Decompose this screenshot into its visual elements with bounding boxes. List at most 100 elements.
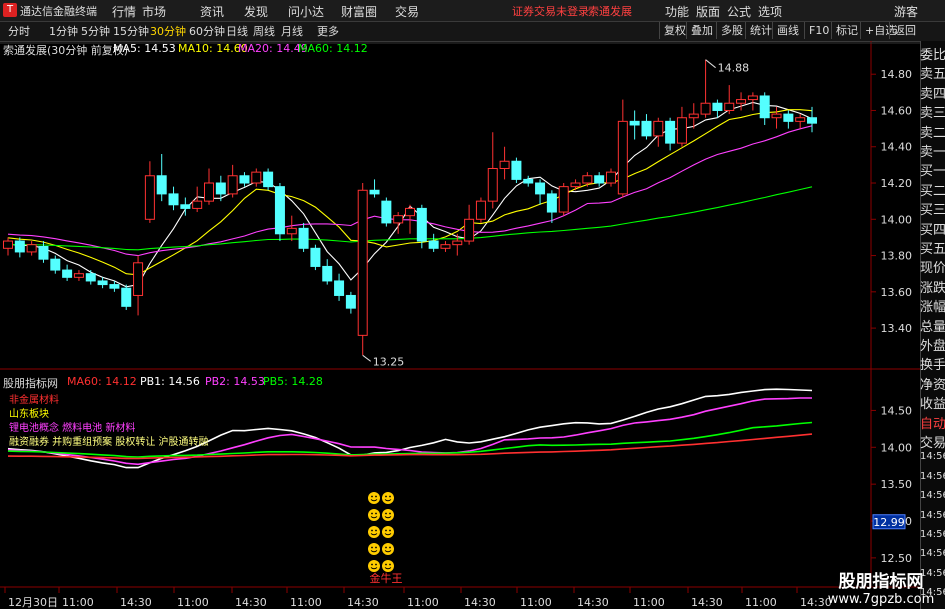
smiley-eye: [389, 546, 391, 549]
time-label-13: 11:00: [745, 596, 777, 609]
tab-7[interactable]: 周线: [253, 23, 275, 39]
candle-body-3: [38, 245, 49, 260]
chart-area[interactable]: 14.80 14.60 14.40 14.20 14.00 13.80 13.60 13.40…: [0, 41, 945, 609]
ma-line-2: [7, 125, 813, 257]
menu-3[interactable]: 发现: [244, 3, 268, 20]
ind-tick-label-2: 13.50: [881, 478, 913, 491]
time-label-9: 11:00: [520, 596, 552, 609]
menu-2[interactable]: 资讯: [200, 3, 224, 20]
smiley-eye: [389, 512, 391, 515]
smiley-icon: [382, 543, 394, 555]
side-label-9: 买四: [920, 222, 945, 238]
smiley-eye: [385, 546, 387, 549]
tab-8[interactable]: 月线: [281, 23, 303, 39]
candle-body-6: [73, 273, 84, 278]
candle-body-35: [416, 207, 427, 242]
chart-title: 索通发展(30分钟 前复权): [3, 44, 129, 57]
candle-body-57: [676, 117, 687, 144]
time-label-0: 12月30日: [8, 596, 58, 609]
right-menu-1[interactable]: 版面: [696, 3, 720, 20]
side-label-12: 涨跌: [920, 280, 945, 296]
side-label-2: 卖四: [920, 86, 945, 102]
toolbar-btn-2[interactable]: 多股: [716, 22, 747, 39]
smiley-face: [368, 543, 380, 555]
status-link-1[interactable]: 索通发展: [588, 3, 632, 19]
candle-body-29: [345, 294, 356, 309]
indicator-label-2: PB2: 14.53: [205, 375, 265, 388]
candle-body-13: [156, 175, 167, 195]
y-tick-label-4: 14.00: [881, 213, 913, 226]
tab-6[interactable]: 日线: [226, 23, 248, 39]
side-label-21: 14:56: [920, 451, 945, 463]
candle-body-36: [428, 240, 439, 249]
menu-5[interactable]: 财富圈: [341, 3, 377, 20]
smiley-eye: [375, 546, 377, 549]
toolbar-btn-1[interactable]: 叠加: [686, 22, 717, 39]
tab-3[interactable]: 15分钟: [113, 23, 149, 39]
smiley-eye: [385, 563, 387, 566]
smiley-eye: [371, 495, 373, 498]
candle-body-62: [736, 99, 747, 104]
toolbar-btn-4[interactable]: 画线: [772, 22, 803, 39]
right-menu-3[interactable]: 选项: [758, 3, 782, 20]
toolbar-btn-8[interactable]: 返回: [889, 22, 920, 39]
candle-body-20: [239, 175, 250, 184]
side-label-17: 净资: [920, 377, 945, 393]
y-tick-label-0: 14.80: [881, 68, 913, 81]
menu-1[interactable]: 市场: [142, 3, 166, 20]
candle-body-45: [535, 182, 546, 195]
candle-body-1: [14, 240, 25, 253]
user-label[interactable]: 游客: [894, 3, 918, 20]
smiley-icon: [368, 526, 380, 538]
side-label-23: 14:56: [920, 490, 945, 502]
ma-line-0: [7, 101, 813, 288]
candle-body-56: [665, 120, 676, 144]
smiley-eye: [385, 529, 387, 532]
menu-0[interactable]: 行情: [112, 3, 136, 20]
right-menu-0[interactable]: 功能: [665, 3, 689, 20]
tab-5[interactable]: 60分钟: [189, 23, 225, 39]
side-label-27: 14:56: [920, 567, 945, 579]
candle-body-58: [688, 113, 699, 119]
side-label-20: 交易: [920, 436, 945, 451]
ind-tick-label-0: 14.50: [881, 404, 913, 417]
side-label-24: 14:56: [920, 509, 945, 521]
tab-9[interactable]: 更多: [317, 23, 339, 39]
time-axis: 12月30日 11:00 14:30 11:00 14:30 11:00 14:30 11:0…: [4, 587, 832, 609]
candle-body-39: [464, 218, 475, 242]
y-tick-label-7: 13.40: [881, 322, 913, 335]
candle-body-16: [192, 200, 203, 209]
ma-lines: [7, 101, 813, 288]
candle-body-9: [109, 284, 120, 289]
toolbar-btn-5[interactable]: F10: [804, 22, 833, 39]
ind-tick-label-1: 14.00: [881, 441, 913, 454]
indicator-panel: 14.5014.0013.5013.0012.5012.99金牛王: [7, 388, 913, 585]
tab-1[interactable]: 1分钟: [49, 23, 78, 39]
candle-body-24: [286, 227, 297, 235]
time-label-4: 14:30: [235, 596, 267, 609]
time-label-6: 14:30: [347, 596, 379, 609]
status-link-0[interactable]: 证券交易未登录: [512, 3, 589, 19]
high-marker-line: [705, 59, 716, 69]
candle-body-33: [393, 215, 404, 224]
indicator-bottom-label: 金牛王: [370, 571, 403, 585]
y-tick-label-3: 14.20: [881, 177, 913, 190]
side-label-26: 14:56: [920, 548, 945, 560]
y-tick-label-2: 14.40: [881, 141, 913, 154]
menu-6[interactable]: 交易: [395, 3, 419, 20]
candle-body-44: [523, 178, 534, 184]
ma-label-0: MA5: 14.53: [113, 42, 176, 55]
menu-4[interactable]: 问小达: [288, 3, 324, 20]
candle-body-27: [322, 265, 333, 282]
toolbar-btn-6[interactable]: 标记: [831, 22, 862, 39]
tab-0[interactable]: 分时: [8, 23, 30, 39]
side-label-28: 14:56: [920, 587, 945, 599]
candle-body-14: [168, 193, 179, 206]
tab-2[interactable]: 5分钟: [81, 23, 110, 39]
right-menu-2[interactable]: 公式: [727, 3, 751, 20]
smiley-icon: [382, 509, 394, 521]
candle-body-42: [499, 160, 510, 170]
smiley-face: [382, 526, 394, 538]
time-label-8: 14:30: [464, 596, 496, 609]
tab-4[interactable]: 30分钟: [150, 23, 186, 39]
